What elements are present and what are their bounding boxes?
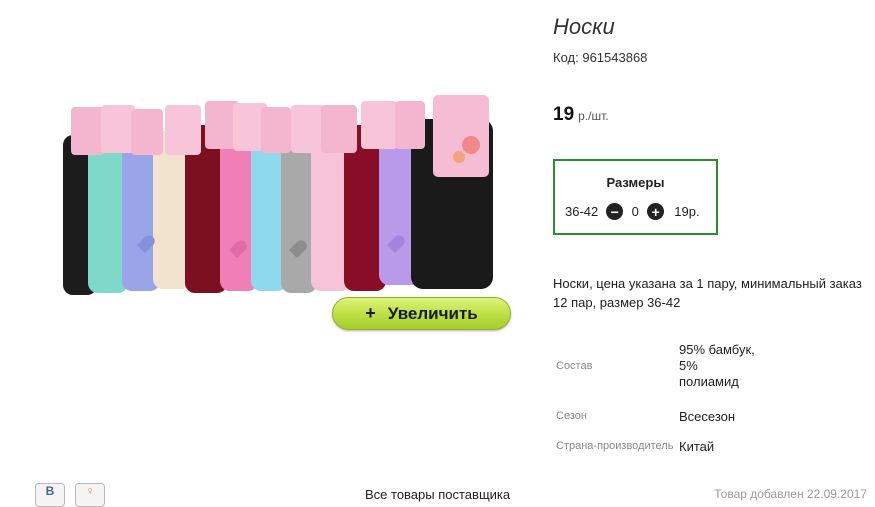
size-row: 36-42 − 0 + 19р.	[565, 203, 700, 220]
price-currency: р.	[578, 109, 589, 123]
product-image[interactable]	[55, 95, 505, 300]
sizes-title: Размеры	[606, 175, 665, 190]
quantity-value[interactable]: 0	[623, 204, 647, 219]
code-value: 961543868	[582, 50, 648, 65]
size-label: 36-42	[565, 204, 599, 219]
all-supplier-link[interactable]: Все товары поставщика	[365, 487, 510, 502]
product-title: Носки	[553, 14, 615, 39]
spec-row-country: Страна-производитель Китай	[553, 430, 759, 462]
sizes-box: Размеры 36-42 − 0 + 19р.	[553, 159, 718, 235]
sock-row	[63, 95, 493, 295]
plus-circle-icon[interactable]: +	[647, 203, 665, 220]
minus-circle-icon[interactable]: −	[606, 203, 624, 220]
code-label: Код:	[553, 50, 579, 65]
plus-icon: +	[365, 303, 376, 323]
ok-share-button[interactable]: ♀	[75, 483, 105, 507]
spec-row-season: Сезон Всесезон	[553, 402, 759, 430]
product-code: Код: 961543868	[553, 50, 647, 65]
zoom-button[interactable]: + Увеличить	[332, 297, 511, 330]
zoom-button-label: Увеличить	[387, 303, 478, 323]
spec-value: 95% бамбук, 5% полиамид	[679, 342, 755, 389]
date-added: Товар добавлен 22.09.2017	[714, 487, 867, 501]
spec-label: Состав	[556, 360, 593, 372]
product-description: Носки, цена указана за 1 пару, минимальн…	[553, 276, 862, 310]
social-share: В ♀	[35, 483, 105, 507]
price-value: 19	[553, 104, 575, 125]
vk-share-button[interactable]: В	[35, 483, 65, 507]
spec-value: Китай	[679, 438, 715, 454]
spec-value: Всесезон	[679, 408, 736, 424]
spec-table: Состав 95% бамбук, 5% полиамид Сезон Все…	[553, 330, 759, 462]
price-unit: /шт.	[588, 109, 609, 123]
product-price: 19 р./шт.	[553, 104, 609, 126]
spec-row-composition: Состав 95% бамбук, 5% полиамид	[553, 330, 759, 402]
spec-label: Страна-производитель	[556, 440, 674, 452]
size-price: 19р.	[674, 204, 700, 219]
spec-label: Сезон	[556, 410, 587, 422]
